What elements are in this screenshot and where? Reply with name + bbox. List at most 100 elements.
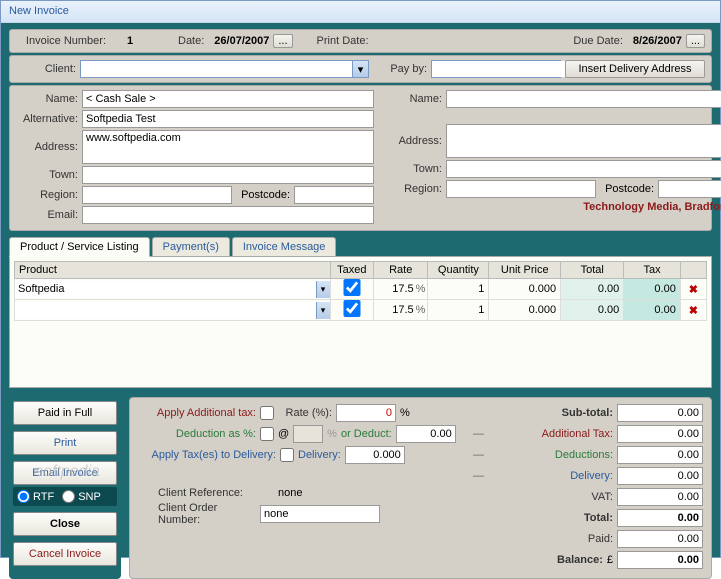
payby-select[interactable]: ▾ xyxy=(431,60,561,78)
date-picker-button[interactable]: ... xyxy=(273,34,292,48)
chevron-down-icon[interactable]: ▾ xyxy=(316,302,330,319)
rtf-radio[interactable]: RTF xyxy=(17,490,54,503)
cancel-invoice-button[interactable]: Cancel Invoice xyxy=(13,542,117,566)
window-title: New Invoice xyxy=(9,5,69,17)
paid-label: Paid: xyxy=(473,533,613,545)
region-input[interactable] xyxy=(82,186,232,204)
tab-product-listing[interactable]: Product / Service Listing xyxy=(9,237,150,257)
name2-label: Name: xyxy=(380,93,442,105)
invoice-number: 1 xyxy=(110,35,150,47)
qty-cell[interactable]: 1 xyxy=(428,300,489,321)
deduction-pct-input[interactable] xyxy=(293,425,323,443)
bottom-panel: Paid in Full Print Email Invoice RTF SNP… xyxy=(9,397,712,579)
email-invoice-button[interactable]: Email Invoice xyxy=(13,461,117,485)
email-input[interactable] xyxy=(82,206,374,224)
at-label: @ xyxy=(278,428,289,440)
or-deduct-label: or Deduct: xyxy=(341,428,392,440)
deduction-checkbox[interactable] xyxy=(260,427,274,441)
addr2-label: Address: xyxy=(380,135,442,147)
date-label: Date: xyxy=(178,35,204,47)
taxed-checkbox[interactable] xyxy=(331,300,374,317)
tab-invoice-message[interactable]: Invoice Message xyxy=(232,237,337,257)
addr-input[interactable] xyxy=(82,130,374,164)
delivery-label: Delivery: xyxy=(298,449,341,461)
delivery-sum-value xyxy=(617,467,703,485)
apply-addl-checkbox[interactable] xyxy=(260,406,274,420)
delete-icon[interactable]: ✖ xyxy=(685,305,702,317)
payby-input[interactable] xyxy=(432,61,580,77)
product-grid: Product Taxed Rate Quantity Unit Price T… xyxy=(14,261,707,321)
unitprice-cell[interactable]: 0.000 xyxy=(489,279,561,300)
titlebar: New Invoice xyxy=(1,1,720,23)
total-label: Total: xyxy=(473,512,613,524)
chevron-down-icon[interactable]: ▾ xyxy=(316,281,330,298)
col-delete xyxy=(680,262,706,279)
col-taxed: Taxed xyxy=(330,262,374,279)
paid-in-full-button[interactable]: Paid in Full xyxy=(13,401,117,425)
town-label: Town: xyxy=(16,169,78,181)
town2-input[interactable] xyxy=(446,160,721,178)
balance-label: Balance: xyxy=(473,554,603,566)
alt-label: Alternative: xyxy=(16,113,78,125)
apply-addl-label: Apply Additional tax: xyxy=(138,407,256,419)
print-button[interactable]: Print xyxy=(13,431,117,455)
or-deduct-input[interactable] xyxy=(396,425,456,443)
topbar: Invoice Number: 1 Date: 26/07/2007 ... P… xyxy=(9,29,712,53)
due-date-label: Due Date: xyxy=(573,35,623,47)
balance-value xyxy=(617,551,703,569)
name-label: Name: xyxy=(16,93,78,105)
percent-icon: % xyxy=(416,304,426,316)
unitprice-cell[interactable]: 0.000 xyxy=(489,300,561,321)
town-input[interactable] xyxy=(82,166,374,184)
delivery-sum-label: Delivery: xyxy=(488,470,613,482)
tax-cell: 0.00 xyxy=(624,300,681,321)
name-input[interactable] xyxy=(82,90,374,108)
total-cell: 0.00 xyxy=(561,300,624,321)
qty-cell[interactable]: 1 xyxy=(428,279,489,300)
postcode2-label: Postcode: xyxy=(600,183,654,195)
pct-label: % xyxy=(400,407,410,419)
product-input[interactable] xyxy=(15,302,316,319)
col-unitprice: Unit Price xyxy=(489,262,561,279)
total-value xyxy=(617,509,703,527)
client-ref-value: none xyxy=(278,487,302,499)
subtotal-label: Sub-total: xyxy=(473,407,613,419)
chevron-down-icon[interactable]: ▾ xyxy=(352,61,368,77)
button-column: Paid in Full Print Email Invoice RTF SNP… xyxy=(9,397,121,579)
name2-input[interactable] xyxy=(446,90,721,108)
addl-tax-value xyxy=(617,425,703,443)
paid-value xyxy=(617,530,703,548)
product-input[interactable] xyxy=(15,281,316,298)
format-radios: RTF SNP xyxy=(13,487,117,506)
tabstrip: Product / Service Listing Payment(s) Inv… xyxy=(9,237,712,257)
close-button[interactable]: Close xyxy=(13,512,117,536)
delete-icon[interactable]: ✖ xyxy=(685,284,702,296)
total-cell: 0.00 xyxy=(561,279,624,300)
subtotal-value xyxy=(617,404,703,422)
insert-delivery-button[interactable]: Insert Delivery Address xyxy=(565,60,705,78)
rate-input[interactable] xyxy=(336,404,396,422)
postcode-input[interactable] xyxy=(294,186,374,204)
alt-input[interactable] xyxy=(82,110,374,128)
region2-input[interactable] xyxy=(446,180,596,198)
delivery-input[interactable] xyxy=(345,446,405,464)
snp-radio[interactable]: SNP xyxy=(62,490,101,503)
dash-icon: — xyxy=(473,470,484,482)
addr2-input[interactable] xyxy=(446,124,721,158)
postcode-label: Postcode: xyxy=(236,189,290,201)
tab-payments[interactable]: Payment(s) xyxy=(152,237,230,257)
region-label: Region: xyxy=(16,189,78,201)
rate-value: 17.5 xyxy=(392,304,413,316)
taxed-checkbox[interactable] xyxy=(331,279,374,296)
col-product: Product xyxy=(15,262,331,279)
due-date-picker-button[interactable]: ... xyxy=(686,34,705,48)
client-order-input[interactable] xyxy=(260,505,380,523)
col-tax: Tax xyxy=(624,262,681,279)
company-note: Technology Media, Bradford. xyxy=(380,201,721,213)
postcode2-input[interactable] xyxy=(658,180,721,198)
client-input[interactable] xyxy=(81,61,352,77)
region2-label: Region: xyxy=(380,183,442,195)
table-row: ▾ 17.5% 1 0.000 0.00 0.00 ✖ xyxy=(15,279,707,300)
apply-taxes-delivery-checkbox[interactable] xyxy=(280,448,294,462)
client-select[interactable]: ▾ xyxy=(80,60,369,78)
